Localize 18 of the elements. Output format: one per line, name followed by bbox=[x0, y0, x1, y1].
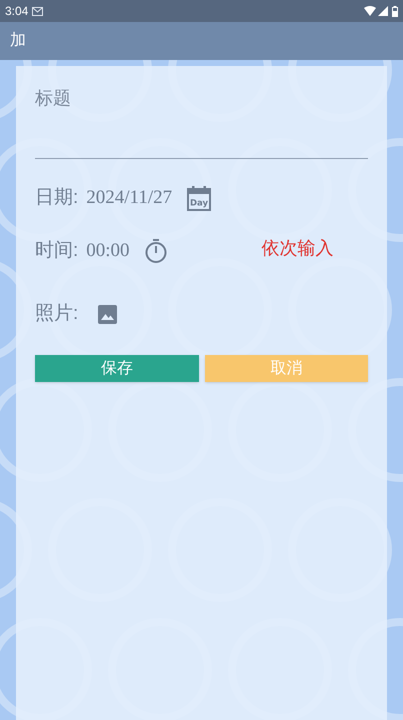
save-button[interactable]: 保存 bbox=[35, 355, 198, 382]
cancel-button[interactable]: 取消 bbox=[204, 355, 368, 382]
photo-label: 照片: bbox=[35, 302, 78, 326]
time-label: 时间: bbox=[35, 238, 78, 263]
status-time: 3:04 bbox=[5, 3, 28, 20]
title-input-field[interactable]: 标题 bbox=[35, 84, 368, 159]
calendar-icon[interactable]: Day bbox=[187, 186, 212, 210]
date-value: 2024/11/27 bbox=[86, 186, 172, 210]
image-icon[interactable] bbox=[98, 304, 118, 324]
date-label: 日期: bbox=[35, 186, 78, 210]
wifi-icon bbox=[364, 6, 376, 16]
signal-icon bbox=[378, 6, 388, 16]
stopwatch-icon[interactable] bbox=[144, 239, 167, 263]
time-value: 00:00 bbox=[86, 238, 130, 263]
battery-icon bbox=[392, 6, 398, 16]
hint-text: 依次输入 bbox=[262, 237, 334, 260]
app-title: 加 bbox=[10, 30, 26, 51]
mail-icon bbox=[32, 6, 44, 16]
